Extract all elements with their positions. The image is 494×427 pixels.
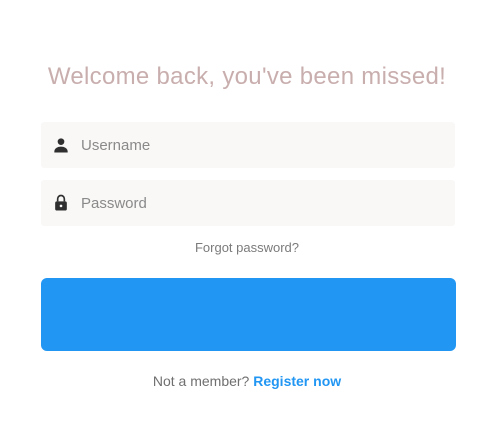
password-input[interactable] [81,180,441,226]
person-icon [51,135,71,155]
login-screen: Welcome back, you've been missed! Forgot… [0,0,494,427]
page-title: Welcome back, you've been missed! [47,63,447,90]
password-field[interactable] [41,180,455,226]
register-row: Not a member? Register now [0,373,494,389]
register-link[interactable]: Register now [253,373,341,389]
register-prompt: Not a member? [152,373,250,389]
lock-icon [51,193,71,213]
login-button[interactable] [41,278,456,351]
username-input[interactable] [81,122,441,168]
forgot-password-link[interactable]: Forgot password? [0,240,494,255]
username-field[interactable] [41,122,455,168]
